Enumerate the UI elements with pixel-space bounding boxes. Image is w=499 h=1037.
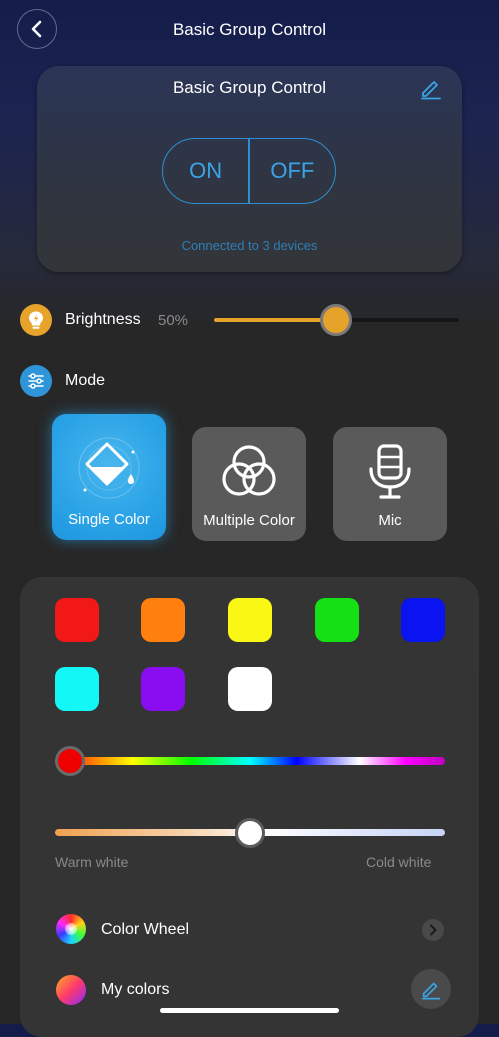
edit-group-button[interactable] [419, 76, 443, 100]
paint-bucket-icon [78, 437, 140, 499]
bulb-icon [20, 304, 52, 336]
page-title: Basic Group Control [172, 20, 327, 39]
color-swatch[interactable] [141, 598, 185, 642]
color-panel [20, 577, 479, 1037]
warm-white-label: Warm white [55, 854, 129, 870]
card-title: Basic Group Control [172, 78, 327, 97]
color-wheel-label[interactable]: Color Wheel [101, 921, 189, 939]
color-swatch[interactable] [401, 598, 445, 642]
color-swatch[interactable] [141, 667, 185, 711]
mode-label: Mode [65, 372, 106, 389]
color-swatch[interactable] [55, 598, 99, 642]
hue-slider-track[interactable] [55, 757, 445, 765]
home-indicator [160, 1008, 339, 1013]
chevron-right-icon [430, 924, 437, 936]
sliders-icon [20, 365, 52, 397]
mode-multiple-color-label: Multiple Color [203, 512, 295, 529]
pencil-icon [421, 982, 441, 1000]
microphone-icon [369, 444, 411, 499]
on-button[interactable]: ON [163, 139, 248, 203]
overlapping-circles-icon [222, 445, 276, 496]
brightness-value: 50% [158, 312, 189, 329]
color-swatch[interactable] [315, 598, 359, 642]
mode-single-color-label: Single Color [68, 511, 150, 528]
edit-my-colors-button[interactable] [411, 969, 451, 1009]
power-toggle: ON OFF [162, 138, 336, 204]
hue-slider-thumb[interactable] [55, 746, 85, 776]
brightness-slider-thumb[interactable] [319, 304, 352, 336]
mode-multiple-color-button[interactable]: Multiple Color [192, 427, 306, 541]
brightness-label: Brightness [65, 311, 141, 328]
pencil-icon [421, 81, 441, 100]
cold-white-label: Cold white [366, 854, 432, 870]
off-button[interactable]: OFF [250, 139, 335, 203]
temperature-slider-thumb[interactable] [235, 818, 265, 848]
connected-status: Connected to 3 devices [181, 238, 318, 253]
group-control-card: Basic Group Control ON OFF Connected to … [37, 66, 462, 272]
gradient-circle-icon [56, 975, 86, 1005]
color-swatch[interactable] [228, 667, 272, 711]
my-colors-label[interactable]: My colors [101, 981, 169, 999]
color-swatch[interactable] [55, 667, 99, 711]
color-swatch[interactable] [228, 598, 272, 642]
mode-mic-button[interactable]: Mic [333, 427, 447, 541]
color-wheel-icon [56, 914, 86, 944]
mode-mic-label: Mic [378, 512, 402, 529]
brightness-slider-fill [214, 318, 336, 322]
color-wheel-chevron[interactable] [422, 919, 444, 941]
mode-single-color-button[interactable]: Single Color [52, 414, 166, 540]
